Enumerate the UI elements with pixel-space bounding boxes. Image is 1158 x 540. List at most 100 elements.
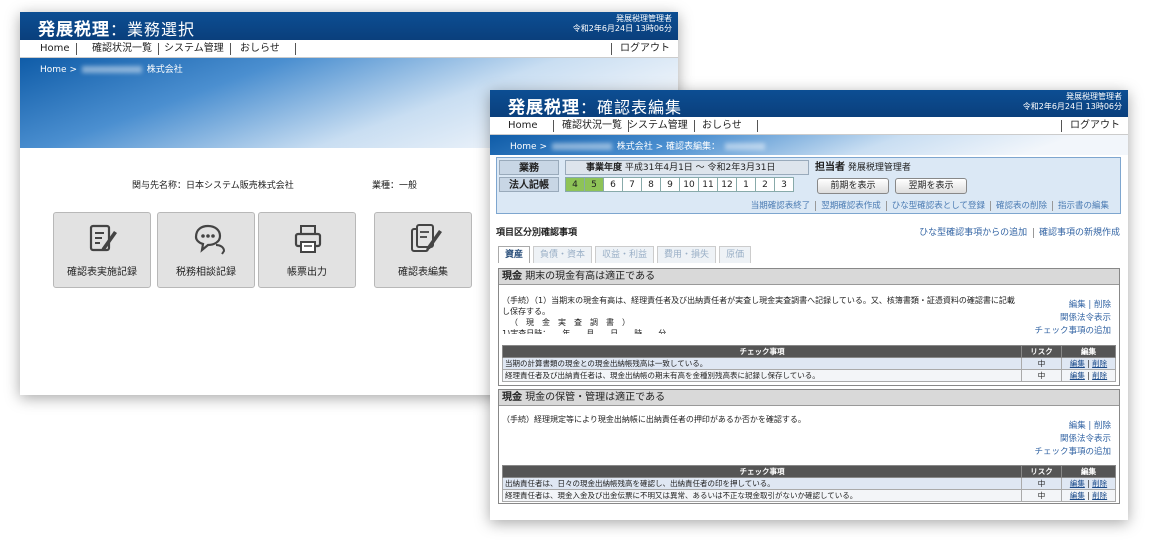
- month-cell[interactable]: 12: [717, 177, 737, 192]
- menu-system-admin[interactable]: システム管理: [622, 120, 695, 132]
- row-delete-link[interactable]: 削除: [1092, 371, 1107, 380]
- link-add-from-template[interactable]: ひな型確認事項からの追加: [919, 228, 1027, 238]
- month-cell[interactable]: 4: [565, 177, 585, 192]
- month-cell[interactable]: 8: [641, 177, 661, 192]
- procedure-text: （手続）経理規定等により現金出納帳に出納責任者の押印があるか否かを確認する。: [502, 415, 806, 424]
- confirmation-edit-window: 発展税理：確認表編集 発展税理管理者 令和2年6月24日 13時06分 Home…: [490, 90, 1128, 520]
- menu-status-list[interactable]: 確認状況一覧: [556, 120, 629, 132]
- title-bar: 発展税理：業務選択 発展税理管理者 令和2年6月24日 13時06分: [20, 12, 678, 40]
- tile-tax-consultation[interactable]: 税務相談記録: [157, 212, 255, 288]
- check-panel: 現金 期末の現金有高は適正である （手続）（1）当期末の現金有高は、経理責任者及…: [498, 268, 1120, 386]
- link-edit-instructions[interactable]: 指示書の編集: [1051, 201, 1114, 211]
- menu-notice[interactable]: おしらせ: [234, 43, 296, 55]
- row-delete-link[interactable]: 削除: [1092, 359, 1107, 368]
- app-title: 発展税理：確認表編集: [508, 98, 683, 118]
- row-delete-link[interactable]: 削除: [1092, 479, 1107, 488]
- check-table: チェック事項 リスク 編集 当期の計算書類の現金との現金出納帳残高は一致している。中…: [502, 345, 1116, 382]
- row-delete-link[interactable]: 削除: [1092, 491, 1107, 500]
- tab-revenue[interactable]: 収益・利益: [595, 246, 655, 263]
- link-create-next[interactable]: 翌期確認表作成: [815, 201, 886, 211]
- tab-liabilities[interactable]: 負債・資本: [533, 246, 593, 263]
- month-cell[interactable]: 6: [603, 177, 623, 192]
- menu-bar: Home 確認状況一覧 システム管理 おしらせ ログアウト: [490, 117, 1128, 135]
- datetime: 令和2年6月24日 13時06分: [1022, 102, 1122, 111]
- action-links: 当期確認表終了 翌期確認表作成 ひな型確認表として登録 確認表の削除 指示書の編集: [746, 199, 1114, 211]
- logout-link[interactable]: ログアウト: [611, 43, 670, 55]
- user-info: 発展税理管理者 令和2年6月24日 13時06分: [573, 14, 672, 34]
- month-cell[interactable]: 9: [660, 177, 680, 192]
- row-edit-link[interactable]: 編集: [1070, 371, 1085, 380]
- breadcrumb-home[interactable]: Home >: [510, 142, 547, 152]
- law-link[interactable]: 関係法令表示: [1034, 433, 1111, 446]
- row-edit-link[interactable]: 編集: [1070, 479, 1085, 488]
- month-cell[interactable]: 3: [774, 177, 794, 192]
- month-cell[interactable]: 1: [736, 177, 756, 192]
- fiscal-year: 事業年度 平成31年4月1日 ～ 令和2年3月31日: [565, 160, 809, 175]
- user-name: 発展税理管理者: [1066, 92, 1122, 101]
- add-check-link[interactable]: チェック事項の追加: [1034, 446, 1111, 459]
- tile-label: 税務相談記録: [176, 267, 236, 278]
- menu-system-admin[interactable]: システム管理: [158, 43, 231, 55]
- law-link[interactable]: 関係法令表示: [1034, 312, 1111, 325]
- next-period-button[interactable]: 翌期を表示: [895, 178, 967, 194]
- panel-header: 現金 現金の保管・管理は適正である: [499, 390, 1119, 406]
- col-risk: リスク: [1021, 465, 1062, 478]
- col-risk: リスク: [1021, 345, 1062, 358]
- blurred-company-name: [551, 143, 612, 150]
- category-tabs: 資産 負債・資本 収益・利益 費用・損失 原価: [498, 246, 754, 263]
- delete-link[interactable]: 削除: [1094, 300, 1111, 310]
- tab-cost[interactable]: 原価: [719, 246, 752, 263]
- link-delete-table[interactable]: 確認表の削除: [989, 201, 1052, 211]
- panel-links: 編集 | 削除 関係法令表示 チェック事項の追加: [1034, 421, 1111, 459]
- edit-link[interactable]: 編集: [1069, 421, 1086, 431]
- menu-bar: Home 確認状況一覧 システム管理 おしらせ ログアウト: [20, 40, 678, 58]
- tile-print-forms[interactable]: 帳票出力: [258, 212, 356, 288]
- blurred-company-name: [81, 66, 142, 73]
- procedure-text: （手続）（1）当期末の現金有高は、経理責任者及び出納責任者が実査し現金実査調書へ…: [502, 296, 1015, 334]
- delete-link[interactable]: 削除: [1094, 421, 1111, 431]
- month-cell[interactable]: 10: [679, 177, 699, 192]
- link-register-template[interactable]: ひな型確認表として登録: [885, 201, 990, 211]
- breadcrumb-company: 株式会社 > 確認表編集：: [616, 142, 720, 152]
- tile-label: 帳票出力: [287, 267, 327, 278]
- title-bar: 発展税理：確認表編集 発展税理管理者 令和2年6月24日 13時06分: [490, 90, 1128, 118]
- table-row: 当期の計算書類の現金との現金出納帳残高は一致している。中編集 | 削除: [502, 357, 1116, 370]
- col-check: チェック事項: [502, 465, 1022, 478]
- row-edit-link[interactable]: 編集: [1070, 491, 1085, 500]
- menu-status-list[interactable]: 確認状況一覧: [86, 43, 159, 55]
- month-cell[interactable]: 5: [584, 177, 604, 192]
- row-edit-link[interactable]: 編集: [1070, 359, 1085, 368]
- tile-edit-confirmation[interactable]: 確認表編集: [374, 212, 472, 288]
- tile-confirmation-record[interactable]: 確認表実施記録: [53, 212, 151, 288]
- breadcrumb: Home > 株式会社 > 確認表編集：: [510, 139, 767, 152]
- fiscal-info-box: 業務 法人記帳 事業年度 平成31年4月1日 ～ 令和2年3月31日 担当者 発…: [496, 157, 1121, 214]
- fiscal-label: 事業年度: [586, 163, 623, 173]
- blurred-table-name: [724, 143, 765, 150]
- prev-period-button[interactable]: 前期を表示: [817, 178, 889, 194]
- month-cell[interactable]: 2: [755, 177, 775, 192]
- documents-edit-icon: [411, 224, 442, 252]
- tab-assets[interactable]: 資産: [498, 246, 531, 263]
- link-end-current[interactable]: 当期確認表終了: [746, 201, 816, 211]
- menu-home[interactable]: Home: [502, 120, 554, 132]
- month-cell[interactable]: 7: [622, 177, 642, 192]
- edit-link[interactable]: 編集: [1069, 300, 1086, 310]
- link-new-item[interactable]: 確認事項の新規作成: [1032, 228, 1120, 238]
- month-cell[interactable]: 11: [698, 177, 718, 192]
- add-check-link[interactable]: チェック事項の追加: [1034, 325, 1111, 338]
- document-pen-icon: [89, 224, 117, 252]
- menu-home[interactable]: Home: [34, 43, 77, 55]
- table-row: 経理責任者及び出納責任者は、現金出納帳の期末有高を金種別残高表に記録し保存してい…: [502, 369, 1116, 382]
- tile-label: 確認表編集: [398, 267, 448, 278]
- breadcrumb-company: 株式会社: [146, 65, 183, 75]
- user-name: 発展税理管理者: [616, 14, 672, 23]
- user-info: 発展税理管理者 令和2年6月24日 13時06分: [1023, 92, 1122, 112]
- logout-link[interactable]: ログアウト: [1061, 120, 1120, 132]
- tanto-value: 発展税理管理者: [847, 163, 911, 173]
- menu-notice[interactable]: おしらせ: [696, 120, 758, 132]
- breadcrumb-home[interactable]: Home >: [40, 65, 77, 75]
- tab-expenses[interactable]: 費用・損失: [657, 246, 717, 263]
- tanto-label: 担当者: [815, 162, 845, 173]
- panel-header: 現金 期末の現金有高は適正である: [499, 269, 1119, 285]
- table-row: 経理責任者は、現金入金及び出金伝票に不明又は異常、あるいは不正な現金取引がないか…: [502, 489, 1116, 502]
